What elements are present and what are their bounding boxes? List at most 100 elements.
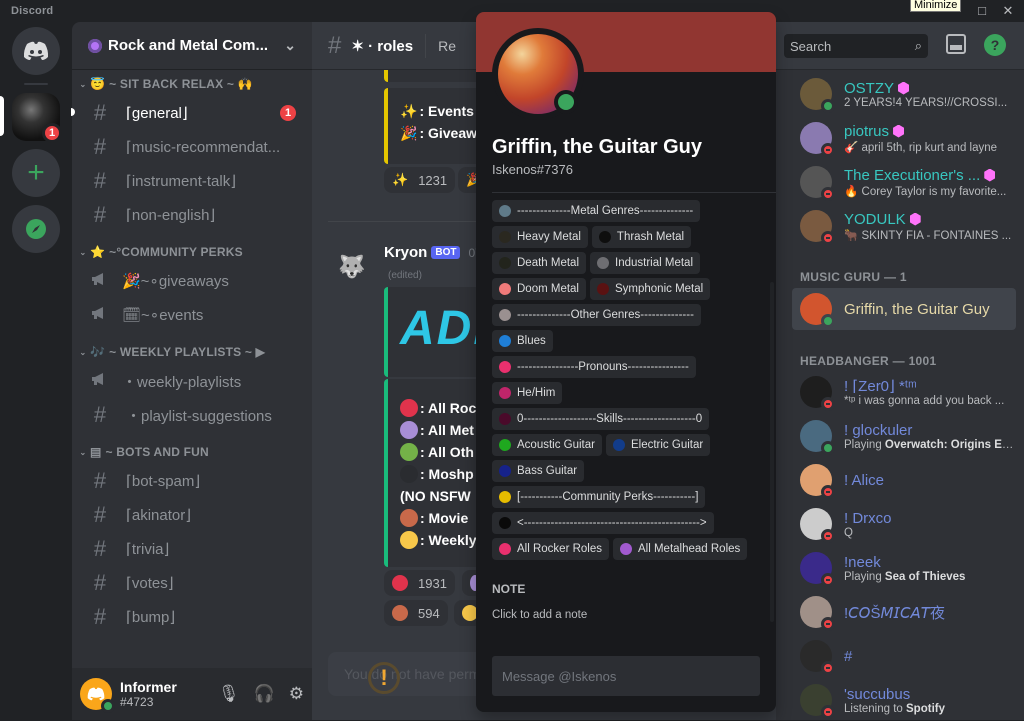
role-pill[interactable]: <---------------------------------------… <box>492 512 714 534</box>
role-pill[interactable]: --------------Metal Genres-------------- <box>492 200 701 222</box>
chevron-down-icon[interactable]: ⌄ <box>284 37 296 54</box>
gear-icon[interactable]: ⚙ <box>289 684 304 704</box>
maximize-icon[interactable]: □ <box>974 3 990 19</box>
role-pill[interactable]: All Rocker Roles <box>492 538 609 560</box>
embed-line: : Moshp <box>388 463 484 485</box>
guild-name: Rock and Metal Com... <box>108 37 269 54</box>
member-item[interactable]: piotrus 🎸 april 5th, rip kurt and layne <box>792 117 1016 159</box>
role-pill[interactable]: --------------Other Genres-------------- <box>492 304 701 326</box>
text-channel-icon: # <box>93 402 107 427</box>
role-pill[interactable]: All Metalhead Roles <box>613 538 748 560</box>
user-avatar[interactable] <box>80 678 115 713</box>
dnd-status-icon <box>821 187 835 201</box>
role-pill[interactable]: Industrial Metal <box>590 252 700 274</box>
channel-item[interactable]: # ⌈music-recommendat... <box>72 130 312 164</box>
channel-item[interactable]: # ⌈votes⌋ <box>72 566 312 600</box>
channel-item[interactable]: ・weekly-playlists <box>72 364 312 398</box>
channel-item[interactable]: # ⌈instrument-talk⌋ <box>72 164 312 198</box>
headphones-icon[interactable]: 🎧 <box>254 684 275 704</box>
search-input[interactable]: Search ⌕ <box>784 34 928 58</box>
role-pill[interactable]: [-----------Community Perks-----------] <box>492 486 706 508</box>
channel-category[interactable]: ⌄ ⭐ ~°COMMUNITY PERKS <box>72 240 312 264</box>
role-pill[interactable]: Symphonic Metal <box>590 278 711 300</box>
member-item[interactable]: ! glockuler Playing Overwatch: Origins Ed… <box>792 415 1016 457</box>
role-color-dot <box>598 231 611 243</box>
role-pill[interactable]: Thrash Metal <box>591 226 692 248</box>
note-input[interactable]: Click to add a note <box>492 609 587 621</box>
color-circle-emoji <box>400 443 418 461</box>
kryon-avatar[interactable]: 🐺 <box>332 247 372 287</box>
channel-category[interactable]: ⌄ 🎶 ~ WEEKLY PLAYLISTS ~ ▶ <box>72 340 312 364</box>
role-pill[interactable]: Bass Guitar <box>492 460 585 482</box>
member-item[interactable]: ! Drxco Q <box>792 503 1016 545</box>
role-pill[interactable]: Heavy Metal <box>492 226 588 248</box>
plus-icon: + <box>27 156 45 189</box>
role-pill[interactable]: 0-------------------Skills--------------… <box>492 408 710 430</box>
channel-item[interactable]: # ⌈trivia⌋ <box>72 532 312 566</box>
role-pill[interactable]: Electric Guitar <box>605 434 711 456</box>
home-button[interactable] <box>12 27 60 75</box>
compass-icon <box>26 219 46 239</box>
member-item[interactable]: # <box>792 635 1016 677</box>
channel-category[interactable]: ⌄ 😇 ~ SIT BACK RELAX ~ 🙌 <box>72 72 312 96</box>
channel-category[interactable]: ⌄ ▤ ~ BOTS AND FUN <box>72 440 312 464</box>
embed-line: 🎉: Giveaw <box>400 124 478 142</box>
reaction-red-circle[interactable]: 1931 <box>384 570 455 596</box>
channel-item[interactable]: 🗓~∘events <box>72 298 312 332</box>
color-circle-emoji <box>400 399 418 417</box>
user-panel: Informer #4723 🎙 🎧 ⚙ <box>72 668 312 720</box>
role-pill[interactable]: He/Him <box>492 382 563 404</box>
channel-item[interactable]: # ⌈general⌋ 1 <box>71 96 312 130</box>
member-item[interactable]: OSTZY 2 YEARS!4 YEARS!//CROSSI... <box>792 73 1016 115</box>
role-name: <---------------------------------------… <box>517 517 707 529</box>
member-name: !neek <box>844 553 881 571</box>
profile-avatar[interactable] <box>492 28 584 120</box>
role-color-dot <box>499 205 511 217</box>
direct-message-input[interactable]: Message @Iskenos <box>492 656 760 696</box>
member-item[interactable]: YODULK 🐂 SKINTY FIA - FONTAINES ... <box>792 205 1016 247</box>
member-avatar <box>800 420 835 455</box>
channel-item[interactable]: # ⌈non-english⌋ <box>72 198 312 232</box>
add-server-button[interactable]: + <box>12 149 60 197</box>
role-pill[interactable]: Death Metal <box>492 252 587 274</box>
channel-item[interactable]: 🎉~∘giveaways <box>72 264 312 298</box>
active-server-indicator <box>0 96 4 136</box>
server-rock-and-metal[interactable]: 1 <box>12 93 62 143</box>
member-avatar <box>800 508 835 543</box>
help-icon[interactable]: ? <box>984 34 1006 56</box>
channel-item[interactable]: # ⌈bump⌋ <box>72 600 312 634</box>
channel-item[interactable]: # ⌈akinator⌋ <box>72 498 312 532</box>
member-name: !𝘊𝘖Š𝘔𝘐𝘊𝘈𝘛夜 <box>844 604 945 622</box>
member-item[interactable]: ! Alice <box>792 459 1016 501</box>
member-name: The Executioner's ... <box>844 166 981 184</box>
channel-item[interactable]: # ・playlist-suggestions <box>72 398 312 432</box>
member-activity: 2 YEARS!4 YEARS!//CROSSI... <box>844 96 1008 109</box>
role-pill[interactable]: Blues <box>492 330 553 352</box>
role-pill[interactable]: Doom Metal <box>492 278 586 300</box>
inbox-icon[interactable] <box>946 34 966 54</box>
reaction-orange-circle[interactable]: 594 <box>384 600 448 626</box>
role-pill[interactable]: Acoustic Guitar <box>492 434 602 456</box>
explore-servers-button[interactable] <box>12 205 60 253</box>
close-icon[interactable]: ✕ <box>1000 3 1016 19</box>
member-item[interactable]: !𝘊𝘖Š𝘔𝘐𝘊𝘈𝘛夜 <box>792 591 1016 633</box>
member-item[interactable]: 'succubus Listening to Spotify <box>792 679 1016 721</box>
rail-separator <box>24 83 48 85</box>
reaction-sparkles[interactable]: ✨ 1231 <box>384 167 456 193</box>
chevron-down-icon: ⌄ <box>79 79 87 89</box>
color-circle-emoji <box>400 509 418 527</box>
message-author[interactable]: Kryon <box>384 244 427 261</box>
minimize-tooltip: Minimize <box>910 0 962 12</box>
channel-item[interactable]: # ⌈bot-spam⌋ <box>72 464 312 498</box>
member-item[interactable]: Griffin, the Guitar Guy <box>792 288 1016 330</box>
sparkles-emoji: ✨ <box>400 102 418 119</box>
member-item[interactable]: The Executioner's ... 🔥 Corey Taylor is m… <box>792 161 1016 203</box>
microphone-icon[interactable]: 🎙 <box>218 684 240 704</box>
popout-scrollbar[interactable] <box>770 282 774 622</box>
channel-name: ⌈bump⌋ <box>126 609 176 626</box>
member-item[interactable]: ! ⌈Zer0⌋ *ᵗᵐ *ᵗᵖ i was gonna add you back… <box>792 371 1016 413</box>
role-pill[interactable]: ----------------Pronouns---------------- <box>492 356 696 378</box>
guild-header[interactable]: Rock and Metal Com... ⌄ <box>72 22 312 70</box>
member-item[interactable]: !neek Playing Sea of Thieves <box>792 547 1016 589</box>
member-activity: 🐂 SKINTY FIA - FONTAINES ... <box>844 229 1012 242</box>
